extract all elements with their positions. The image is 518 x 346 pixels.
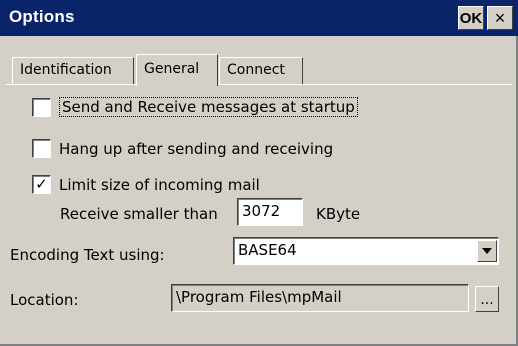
encoding-label: Encoding Text using: (10, 246, 165, 264)
close-button[interactable]: × (487, 6, 513, 30)
tab-identification[interactable]: Identification (12, 57, 134, 84)
options-dialog: Options OK × Identification General Conn… (0, 0, 518, 346)
encoding-dropdown-button[interactable] (477, 240, 497, 262)
ok-button[interactable]: OK (458, 6, 484, 30)
hang-up-label: Hang up after sending and receiving (59, 139, 334, 158)
location-field: \Program Files\mpMail (171, 284, 469, 312)
send-receive-startup-checkbox[interactable] (32, 97, 51, 117)
tab-general[interactable]: General (136, 54, 218, 86)
limit-size-option[interactable]: ✓ Limit size of incoming mail (32, 175, 260, 194)
receive-smaller-label: Receive smaller than (60, 205, 218, 223)
send-receive-startup-option[interactable]: Send and Receive messages at startup (32, 97, 358, 117)
chevron-down-icon (482, 248, 492, 254)
hang-up-checkbox[interactable] (32, 139, 51, 158)
checkmark-icon: ✓ (35, 175, 48, 193)
receive-size-input[interactable]: 3072 (237, 198, 303, 226)
limit-size-label: Limit size of incoming mail (59, 175, 260, 194)
browse-button[interactable]: ... (475, 286, 499, 312)
location-label: Location: (10, 291, 79, 309)
title-bar: Options OK × (0, 0, 518, 36)
general-tab-panel: Send and Receive messages at startup Han… (6, 84, 512, 342)
size-unit-label: KByte (316, 205, 361, 223)
send-receive-startup-label: Send and Receive messages at startup (59, 97, 358, 117)
window-title: Options (9, 7, 75, 26)
hang-up-option[interactable]: Hang up after sending and receiving (32, 139, 333, 158)
tab-connect[interactable]: Connect (219, 57, 303, 84)
limit-size-checkbox[interactable]: ✓ (32, 175, 51, 194)
encoding-select[interactable]: BASE64 (233, 237, 499, 265)
